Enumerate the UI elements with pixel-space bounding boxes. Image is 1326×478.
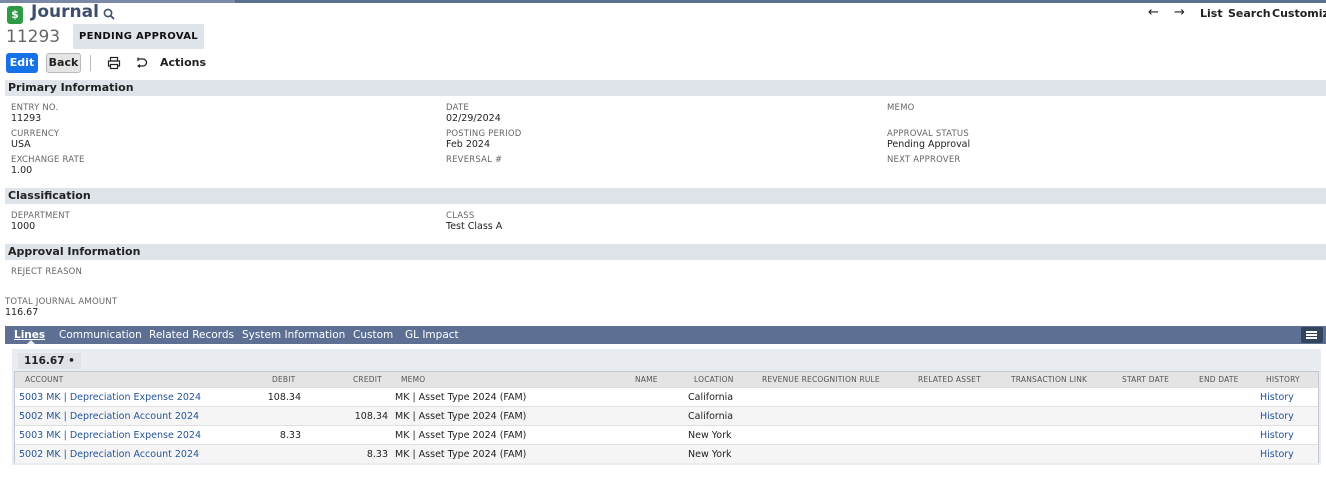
account-link[interactable]: 5002 MK | Depreciation Account 2024 (19, 411, 199, 422)
back-button[interactable]: Back (46, 53, 81, 73)
history-link[interactable]: History (1260, 411, 1294, 422)
tab-custom[interactable]: Custom (353, 329, 393, 341)
column-header-account[interactable]: ACCOUNT (25, 375, 63, 384)
posting-period-label: POSTING PERIOD (446, 129, 522, 139)
tab-communication[interactable]: Communication (59, 329, 142, 341)
entry-no-value: 11293 (11, 113, 42, 124)
column-header-revenue-recognition-rule[interactable]: REVENUE RECOGNITION RULE (762, 375, 880, 384)
column-header-location[interactable]: LOCATION (694, 375, 734, 384)
column-header-name[interactable]: NAME (635, 375, 658, 384)
class-value: Test Class A (446, 221, 503, 232)
account-link[interactable]: 5002 MK | Depreciation Account 2024 (19, 449, 199, 460)
tab-related-records[interactable]: Related Records (149, 329, 234, 341)
status-badge: PENDING APPROVAL (73, 24, 204, 49)
memo-cell: MK | Asset Type 2024 (FAM) (395, 449, 527, 460)
lines-total-chip: 116.67 • (18, 353, 81, 369)
class-label: CLASS (446, 211, 475, 221)
list-link[interactable]: List (1200, 7, 1223, 20)
tab-gl-impact[interactable]: GL Impact (405, 329, 459, 341)
column-header-transaction-link[interactable]: TRANSACTION LINK (1011, 375, 1087, 384)
location-cell: New York (688, 449, 732, 460)
debit-cell: 8.33 (279, 430, 301, 441)
posting-period-value: Feb 2024 (446, 139, 491, 150)
reversal-label: REVERSAL # (446, 155, 503, 165)
memo-cell: MK | Asset Type 2024 (FAM) (395, 392, 527, 403)
total-journal-amount-label: TOTAL JOURNAL AMOUNT (5, 297, 118, 307)
active-tab-caret (27, 340, 35, 344)
section-primary-information[interactable]: Primary Information (5, 80, 1326, 96)
column-header-start-date[interactable]: START DATE (1122, 375, 1169, 384)
column-header-credit[interactable]: CREDIT (353, 375, 382, 384)
journal-app-icon: $ (7, 6, 23, 24)
page-title: Journal (31, 2, 99, 22)
search-link[interactable]: Search (1228, 7, 1271, 20)
table-row[interactable]: 5003 MK | Depreciation Expense 2024 108.… (15, 387, 1318, 406)
date-label: DATE (446, 103, 469, 113)
approval-status-value: Pending Approval (887, 139, 971, 150)
column-header-debit[interactable]: DEBIT (272, 375, 295, 384)
department-value: 1000 (11, 221, 36, 232)
refresh-icon[interactable] (134, 56, 148, 70)
lines-table: ACCOUNT DEBIT CREDIT MEMO NAME LOCATION … (14, 371, 1319, 463)
tab-menu-icon[interactable] (1301, 327, 1323, 343)
actions-menu[interactable]: Actions (160, 56, 206, 69)
memo-label: MEMO (887, 103, 915, 113)
credit-cell: 108.34 (354, 411, 388, 422)
next-record-arrow-icon[interactable]: → (1174, 5, 1185, 20)
edit-button[interactable]: Edit (6, 53, 38, 73)
history-link[interactable]: History (1260, 430, 1294, 441)
history-link[interactable]: History (1260, 449, 1294, 460)
currency-label: CURRENCY (11, 129, 60, 139)
section-classification[interactable]: Classification (5, 188, 1326, 204)
previous-record-arrow-icon[interactable]: ← (1148, 5, 1159, 20)
next-approver-label: NEXT APPROVER (887, 155, 961, 165)
location-cell: California (688, 411, 734, 422)
column-header-memo[interactable]: MEMO (401, 375, 425, 384)
reject-reason-label: REJECT REASON (11, 267, 83, 277)
approval-status-label: APPROVAL STATUS (887, 129, 969, 139)
account-link[interactable]: 5003 MK | Depreciation Expense 2024 (19, 392, 201, 403)
table-row[interactable]: 5003 MK | Depreciation Expense 2024 8.33… (15, 425, 1318, 444)
date-value: 02/29/2024 (446, 113, 501, 124)
column-header-history[interactable]: HISTORY (1266, 375, 1300, 384)
record-number: 11293 (6, 27, 61, 47)
print-icon[interactable] (107, 56, 121, 70)
subtab-bar: Lines Communication Related Records Syst… (5, 326, 1326, 344)
department-label: DEPARTMENT (11, 211, 71, 221)
record-header: $ Journal ← → List Search Customize 1129… (0, 2, 1326, 78)
currency-value: USA (11, 139, 31, 150)
memo-cell: MK | Asset Type 2024 (FAM) (395, 411, 527, 422)
column-header-related-asset[interactable]: RELATED ASSET (918, 375, 981, 384)
toolbar-divider (90, 55, 91, 71)
column-header-end-date[interactable]: END DATE (1199, 375, 1239, 384)
account-link[interactable]: 5003 MK | Depreciation Expense 2024 (19, 430, 201, 441)
table-row[interactable]: 5002 MK | Depreciation Account 2024 108.… (15, 406, 1318, 425)
location-cell: New York (688, 430, 732, 441)
search-icon[interactable] (102, 7, 116, 21)
section-approval-information[interactable]: Approval Information (5, 244, 1326, 260)
credit-cell: 8.33 (366, 449, 388, 460)
tab-system-information[interactable]: System Information (242, 329, 345, 341)
history-link[interactable]: History (1260, 392, 1294, 403)
customize-link[interactable]: Customize (1272, 7, 1326, 20)
total-journal-amount-value: 116.67 (5, 307, 39, 318)
debit-cell: 108.34 (267, 392, 301, 403)
location-cell: California (688, 392, 734, 403)
entry-no-label: ENTRY NO. (11, 103, 59, 113)
memo-cell: MK | Asset Type 2024 (FAM) (395, 430, 527, 441)
table-row[interactable]: 5002 MK | Depreciation Account 2024 8.33… (15, 444, 1318, 463)
exchange-rate-label: EXCHANGE RATE (11, 155, 85, 165)
table-header: ACCOUNT DEBIT CREDIT MEMO NAME LOCATION … (15, 372, 1318, 387)
exchange-rate-value: 1.00 (11, 165, 33, 176)
